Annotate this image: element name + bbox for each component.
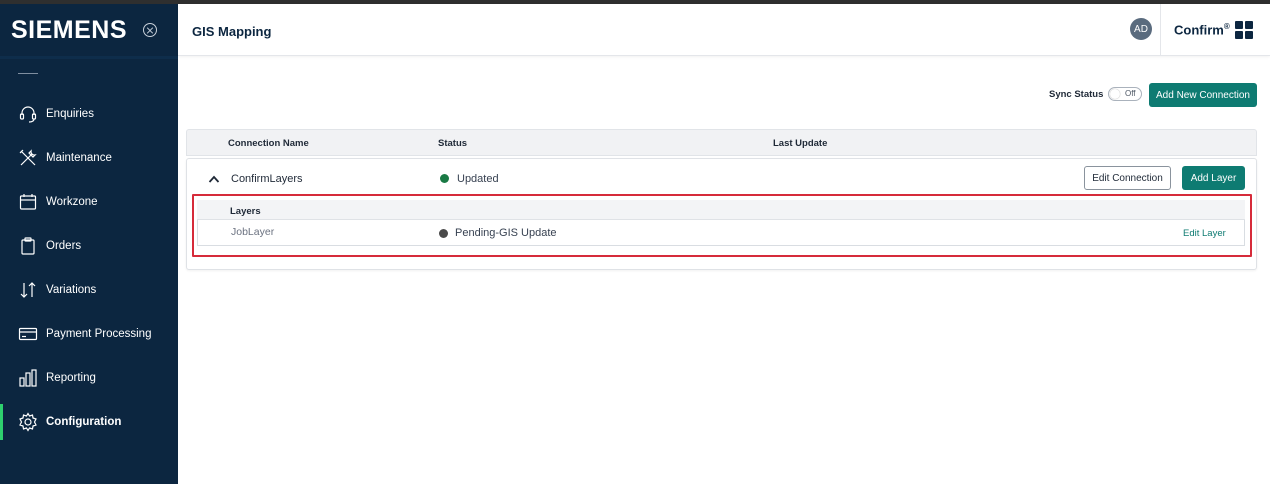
clipboard-icon: [18, 236, 38, 256]
page-title: GIS Mapping: [192, 24, 272, 39]
brand: SIEMENS: [0, 4, 178, 56]
sidebar-divider: [0, 56, 178, 59]
sync-status-toggle[interactable]: Off: [1108, 87, 1142, 101]
sidebar-item-variations[interactable]: Variations: [0, 268, 178, 312]
sidebar-item-label: Configuration: [46, 416, 122, 428]
bar-chart-icon: [18, 368, 38, 388]
header-divider: [1160, 4, 1161, 56]
status-updated-dot: [440, 174, 449, 183]
siemens-logo: SIEMENS: [11, 15, 128, 44]
tools-icon: [18, 148, 38, 168]
connections-table-header: Connection Name Status Last Update: [186, 129, 1257, 156]
sidebar-item-label: Orders: [46, 240, 82, 252]
sidebar-item-label: Maintenance: [46, 152, 112, 164]
chevron-up-icon[interactable]: [208, 173, 220, 185]
sidebar-item-workzone[interactable]: Workzone: [0, 180, 178, 224]
column-header-connection-name[interactable]: Connection Name: [228, 138, 309, 149]
connection-name: ConfirmLayers: [231, 173, 303, 185]
sidebar-item-label: Workzone: [46, 196, 98, 208]
product-mark: ®: [1223, 22, 1230, 31]
sidebar-item-label: Enquiries: [46, 108, 94, 120]
highlight-annotation-box: [192, 194, 1252, 257]
sidebar-item-orders[interactable]: Orders: [0, 224, 178, 268]
arrows-updown-icon: [18, 280, 38, 300]
headset-icon: [18, 104, 38, 124]
user-avatar[interactable]: AD: [1130, 18, 1152, 40]
sidebar-item-configuration[interactable]: Configuration: [0, 400, 178, 444]
sidebar-item-enquiries[interactable]: Enquiries: [0, 92, 178, 136]
top-header: GIS Mapping AD Confirm®: [178, 4, 1270, 56]
sidebar-item-label: Variations: [46, 284, 97, 296]
column-header-last-update[interactable]: Last Update: [773, 138, 827, 149]
add-layer-button[interactable]: Add Layer: [1182, 166, 1245, 190]
sidebar-nav: Enquiries Maintenance Workzone Orders Va…: [0, 92, 178, 444]
connection-status: Updated: [457, 173, 499, 185]
edit-connection-button[interactable]: Edit Connection: [1084, 166, 1171, 190]
sidebar-item-label: Payment Processing: [46, 328, 152, 340]
add-new-connection-button[interactable]: Add New Connection: [1149, 83, 1257, 107]
sidebar-item-label: Reporting: [46, 372, 96, 384]
sidebar-item-payment-processing[interactable]: Payment Processing: [0, 312, 178, 356]
gear-icon: [18, 412, 38, 432]
card-icon: [18, 324, 38, 344]
toggle-knob: [1110, 89, 1120, 99]
sidebar-collapsed-indicator: [18, 73, 38, 74]
sidebar-item-reporting[interactable]: Reporting: [0, 356, 178, 400]
product-name-text: Confirm: [1174, 22, 1224, 38]
product-name: Confirm®: [1174, 22, 1230, 37]
close-sidebar-icon[interactable]: [143, 23, 158, 37]
app-grid-icon[interactable]: [1235, 21, 1253, 39]
sync-status-label: Sync Status: [1049, 89, 1104, 100]
sidebar-item-maintenance[interactable]: Maintenance: [0, 136, 178, 180]
toggle-state-label: Off: [1125, 89, 1136, 98]
calendar-icon: [18, 192, 38, 212]
column-header-status[interactable]: Status: [438, 138, 467, 149]
